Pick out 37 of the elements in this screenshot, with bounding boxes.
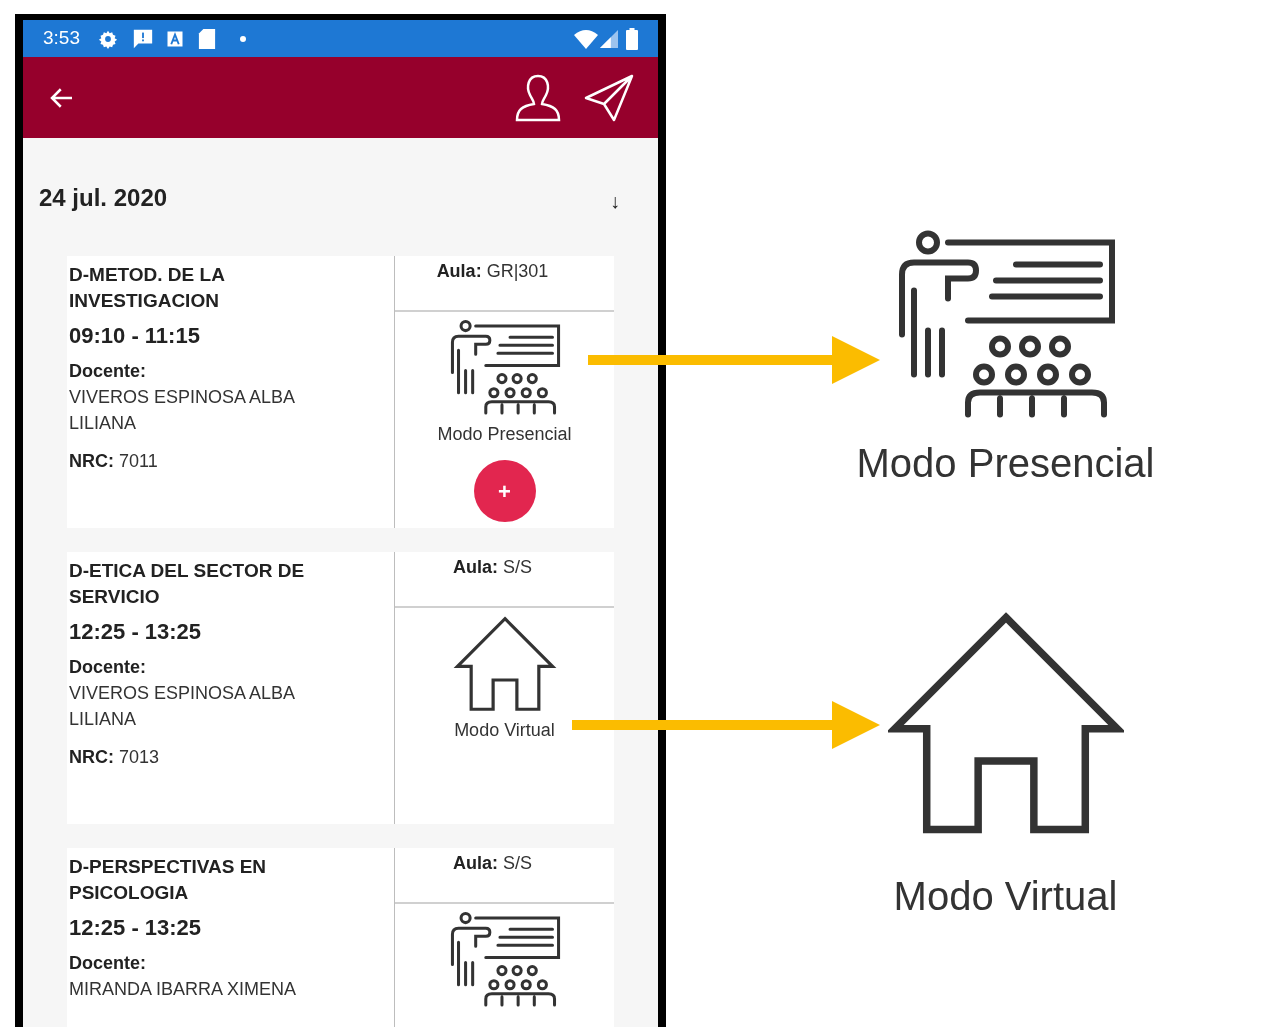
- letter-a-icon: [166, 29, 184, 48]
- wifi-icon: [574, 28, 598, 49]
- room-text: Aula: S/S: [453, 556, 532, 579]
- room-text: Aula: S/S: [453, 852, 532, 875]
- large-house-icon: [887, 611, 1124, 836]
- large-mode-label: Modo Virtual: [893, 873, 1118, 920]
- mode-classroom-icon: [448, 912, 561, 1008]
- class-time: 12:25 - 13:25: [69, 618, 203, 646]
- mode-classroom-icon: [448, 320, 561, 416]
- send-icon[interactable]: [584, 73, 634, 122]
- room-text: Aula: GR|301: [436, 260, 549, 283]
- signal-icon: [600, 29, 618, 48]
- teacher-label: Docente:: [69, 952, 147, 975]
- course-title: D-PERSPECTIVAS EN PSICOLOGIA: [69, 855, 268, 905]
- mode-label: Modo Presencial: [437, 423, 572, 446]
- nrc-text: NRC: 7013: [69, 746, 161, 769]
- gear-icon: [98, 28, 118, 49]
- class-time: 09:10 - 11:15: [69, 322, 201, 350]
- teacher-name: VIVEROS ESPINOSA ALBA LILIANA: [69, 386, 296, 435]
- sort-button[interactable]: ↓: [610, 186, 620, 216]
- message-alert-icon: [132, 27, 154, 50]
- status-time: 3:53: [43, 26, 80, 51]
- person-icon[interactable]: [514, 72, 562, 123]
- large-mode-label: Modo Presencial: [856, 440, 1155, 487]
- teacher-label: Docente:: [69, 360, 147, 383]
- sd-card-icon: [198, 27, 216, 50]
- teacher-name: VIVEROS ESPINOSA ALBA LILIANA: [69, 682, 296, 731]
- nrc-text: NRC: 7011: [69, 450, 159, 473]
- course-title: D-ETICA DEL SECTOR DE SERVICIO: [69, 559, 306, 609]
- course-title: D-METOD. DE LA INVESTIGACION: [69, 263, 226, 313]
- add-button[interactable]: +: [473, 460, 536, 522]
- teacher-name: MIRANDA IBARRA XIMENA: [69, 978, 298, 1001]
- teacher-label: Docente:: [69, 656, 147, 679]
- mode-label: Modo Virtual: [454, 719, 555, 742]
- date-heading: 24 jul. 2020: [39, 183, 168, 213]
- battery-icon: [626, 27, 638, 50]
- class-time: 12:25 - 13:25: [69, 914, 203, 942]
